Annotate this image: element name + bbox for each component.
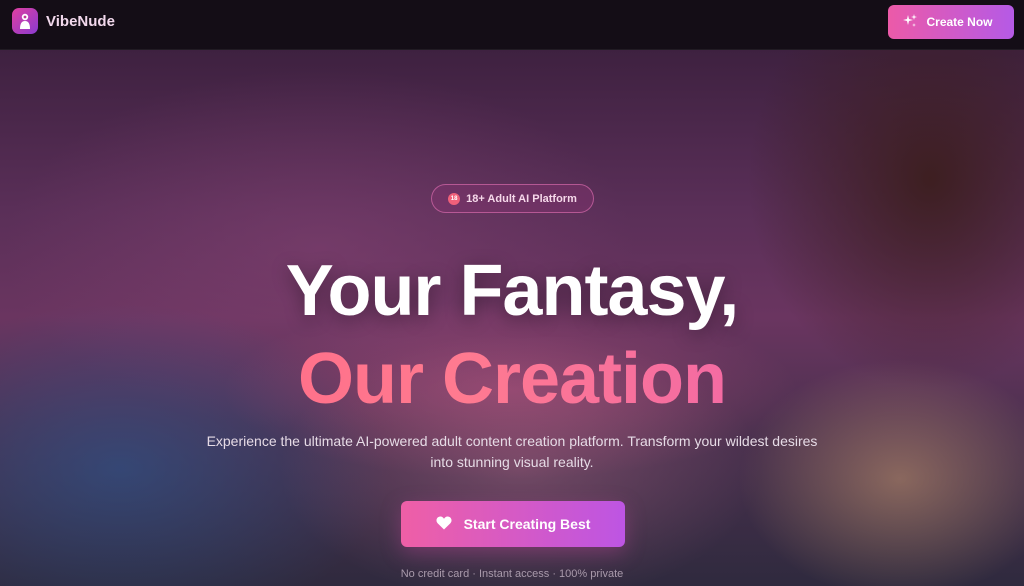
sparkles-icon [903, 13, 918, 31]
age-badge: 18 18+ Adult AI Platform [431, 184, 594, 213]
create-now-label: Create Now [926, 15, 993, 29]
logo-mark-icon[interactable] [12, 8, 38, 34]
age-restriction-icon: 18 [448, 192, 461, 205]
start-creating-button[interactable]: Start Creating Best [401, 501, 625, 547]
hero-title-line-1: Your Fantasy, [285, 251, 739, 331]
cta-fineprint: No credit card · Instant access · 100% p… [400, 568, 624, 580]
brand-name[interactable]: VibeNude [46, 13, 115, 30]
badge-label: 18+ Adult AI Platform [466, 192, 577, 205]
create-now-button[interactable]: Create Now [888, 5, 1014, 39]
top-navigation-bar: VibeNude Create Now [0, 0, 1024, 50]
hero-title-line-2: Our Creation [0, 343, 1024, 415]
start-creating-label: Start Creating Best [463, 516, 591, 532]
heart-icon [436, 516, 452, 533]
hero-subtitle: Experience the ultimate AI-powered adult… [206, 433, 818, 470]
